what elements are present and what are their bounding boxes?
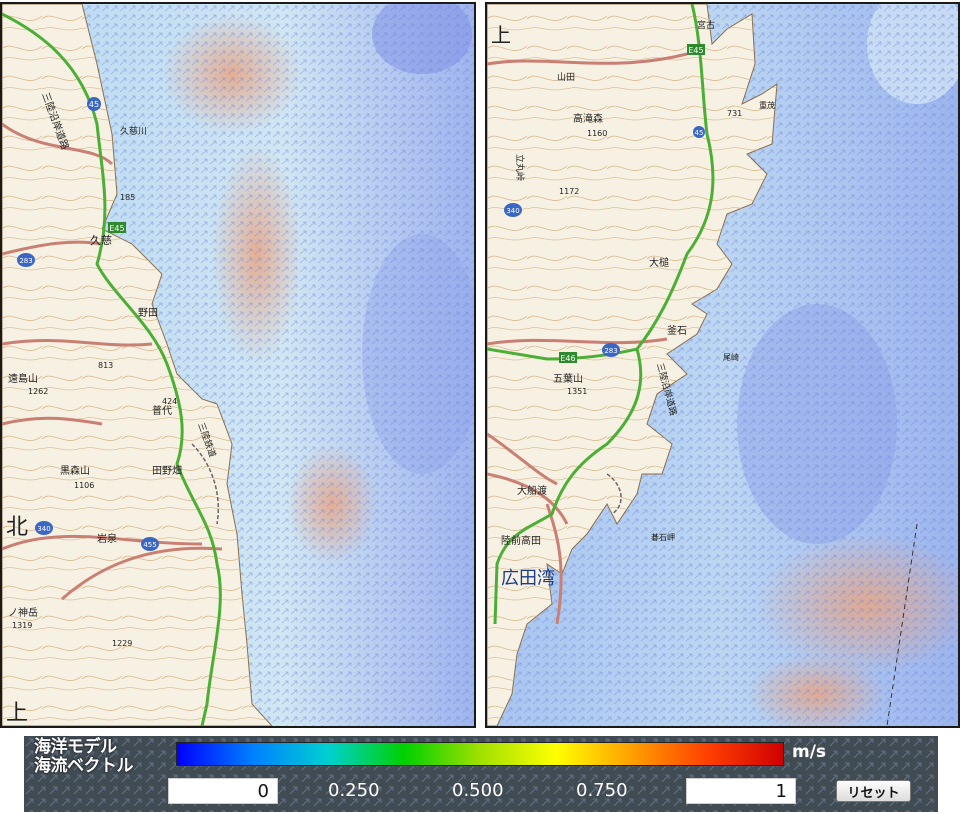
left-map-canvas[interactable]: 三陸沿岸道路 久慈 野田 普代 田野畑 岩泉 北 上 遠島山 黒森山 ノ神岳 久… <box>2 4 474 726</box>
legend-title-line1: 海洋モデル <box>34 737 117 757</box>
label-ofunato: 大船渡 <box>517 484 547 497</box>
label-ozaki: 尾崎 <box>723 352 739 362</box>
right-map-canvas[interactable]: 上 高滝森 1160 1172 731 1351 立丸峠 大槌 釜石 五葉山 大… <box>487 4 958 726</box>
label-kita: 北 <box>6 515 28 540</box>
route-shield-283: 283 <box>17 253 35 267</box>
route-shield-45: 45 <box>87 97 101 111</box>
legend-title: 海洋モデル 海流ベクトル <box>34 737 134 776</box>
elevation-1160: 1160 <box>587 129 607 138</box>
tick-label: 0.750 <box>576 780 628 801</box>
unit-label: m/s <box>792 742 827 762</box>
min-value-input[interactable] <box>168 778 278 804</box>
svg-text:340: 340 <box>37 525 50 533</box>
label-kami: 上 <box>491 23 511 47</box>
elevation-1262: 1262 <box>28 387 48 396</box>
svg-text:45: 45 <box>695 129 704 137</box>
label-takizawamori: 高滝森 <box>573 112 603 125</box>
tick-label: 0.500 <box>452 780 504 801</box>
svg-text:283: 283 <box>604 347 617 355</box>
elevation-1319: 1319 <box>12 621 32 630</box>
route-shield-e45: E45 <box>108 222 126 233</box>
elevation-731: 731 <box>727 109 742 118</box>
tick-label: 0.250 <box>328 780 380 801</box>
label-hirota-bay: 広田湾 <box>501 568 555 589</box>
svg-text:340: 340 <box>506 207 519 215</box>
label-miyako: 宮古 <box>697 19 715 31</box>
label-noda: 野田 <box>138 307 158 319</box>
route-shield-45: 45 <box>693 126 705 138</box>
svg-text:E46: E46 <box>560 354 575 363</box>
elevation-813: 813 <box>98 361 113 370</box>
label-otsuchi: 大槌 <box>649 256 669 269</box>
svg-text:E45: E45 <box>688 46 703 55</box>
elevation-1351: 1351 <box>567 387 587 396</box>
route-shield-455: 455 <box>141 537 159 551</box>
svg-text:E45: E45 <box>109 224 124 233</box>
route-shield-283: 283 <box>602 343 620 357</box>
svg-text:45: 45 <box>89 100 99 109</box>
elevation-1172: 1172 <box>559 187 579 196</box>
elevation-1106: 1106 <box>74 481 94 490</box>
elevation-424: 424 <box>162 397 177 406</box>
label-iwaizumi: 岩泉 <box>97 532 117 545</box>
route-shield-e45: E45 <box>687 44 705 55</box>
label-nakayama: ノ神岳 <box>8 606 38 619</box>
label-kami: 上 <box>6 701 28 726</box>
left-map-panel[interactable]: 三陸沿岸道路 久慈 野田 普代 田野畑 岩泉 北 上 遠島山 黒森山 ノ神岳 久… <box>0 2 476 728</box>
label-yamada: 山田 <box>557 72 575 83</box>
elevation-185: 185 <box>120 193 135 202</box>
label-kuji: 久慈 <box>90 233 112 247</box>
reset-button[interactable]: リセット <box>836 780 911 802</box>
route-shield-340: 340 <box>504 203 522 217</box>
right-map-panel[interactable]: 上 高滝森 1160 1172 731 1351 立丸峠 大槌 釜石 五葉山 大… <box>485 2 960 728</box>
color-gradient-bar <box>176 742 784 766</box>
label-kamaishi: 釜石 <box>667 324 687 337</box>
label-tanohata: 田野畑 <box>152 464 182 477</box>
svg-text:455: 455 <box>143 541 156 549</box>
label-goishi: 碁石岬 <box>651 532 675 542</box>
svg-text:283: 283 <box>19 257 32 265</box>
elevation-1229: 1229 <box>112 639 132 648</box>
route-shield-e46: E46 <box>559 352 577 363</box>
color-scale-legend: 海洋モデル 海流ベクトル m/s 0.250 0.500 0.750 リセット <box>24 736 938 812</box>
route-shield-340: 340 <box>35 521 53 535</box>
label-goyozan: 五葉山 <box>553 372 583 385</box>
label-rikuzentakata: 陸前高田 <box>501 534 541 547</box>
label-tachimaru: 立丸峠 <box>514 154 526 181</box>
label-touno: 遠島山 <box>8 372 38 385</box>
label-kuji-river: 久慈川 <box>120 125 147 137</box>
label-kurumori: 黒森山 <box>60 464 90 477</box>
max-value-input[interactable] <box>686 778 796 804</box>
label-omoe: 重茂 <box>759 100 775 110</box>
legend-title-line2: 海流ベクトル <box>34 756 134 776</box>
